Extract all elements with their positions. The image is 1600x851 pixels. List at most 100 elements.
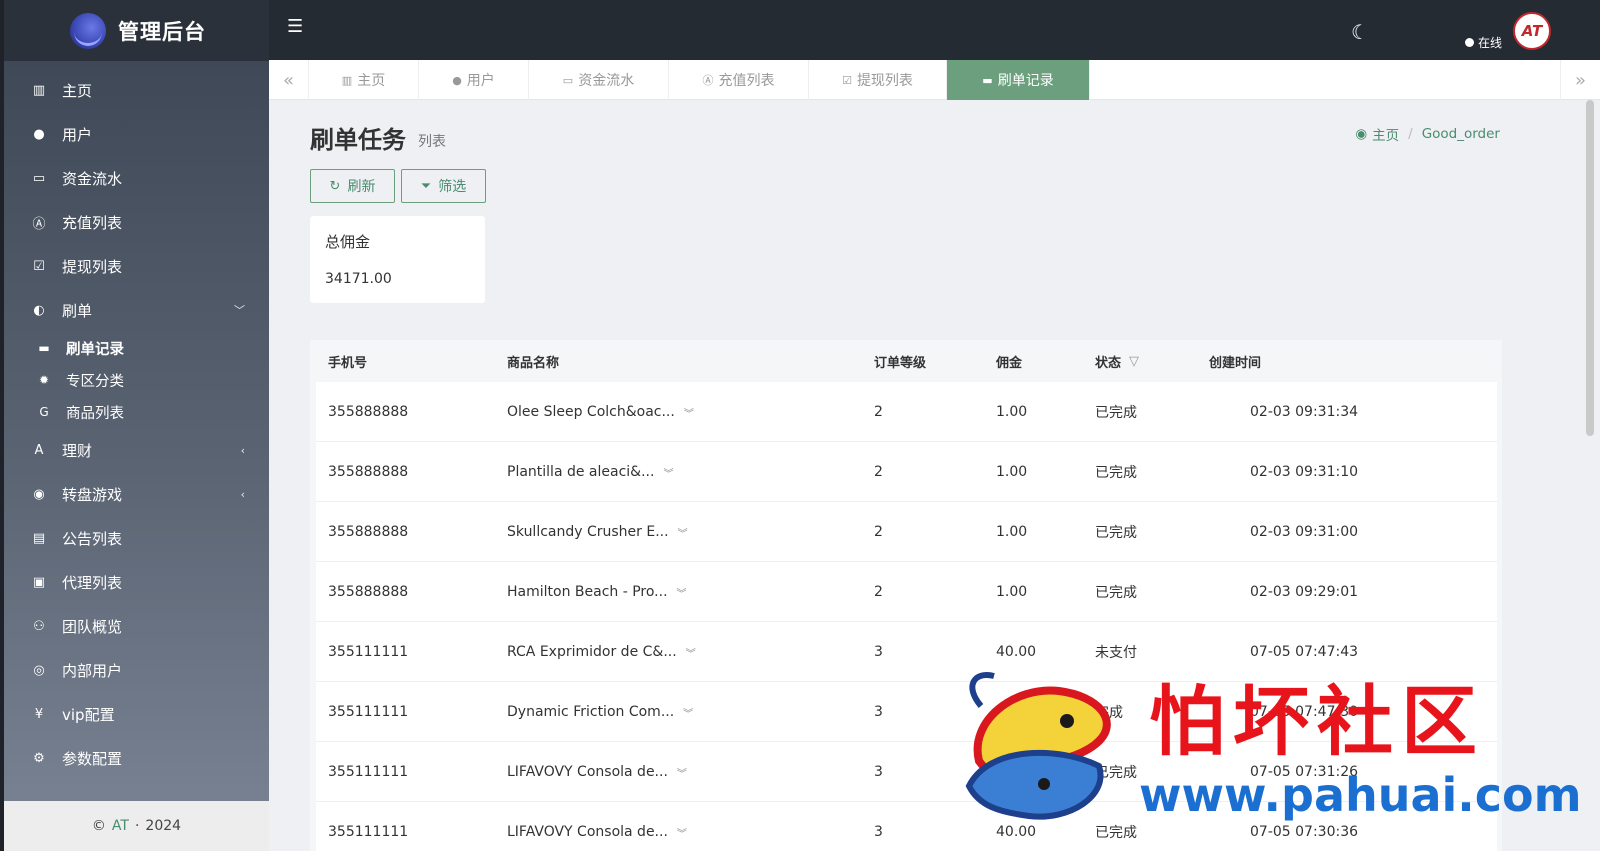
tab-users[interactable]: ● 用户 [419, 60, 529, 100]
cell-created: 02-03 09:31:10 [1250, 442, 1358, 502]
sidebar-item-fund-flow[interactable]: ▭ 资金流水 [4, 156, 269, 200]
sidebar-nav: ▥ 主页 ● 用户 ▭ 资金流水 Ⓐ 充值列表 ☑ 提现列表 ◐ 刷单 ﹀ ▬ 刷单记录 ✹ 专区… [4, 68, 269, 780]
sidebar-item-internal-users[interactable]: ◎ 内部用户 [4, 648, 269, 692]
expand-icon[interactable]: ︾ [686, 645, 696, 660]
cell-commission-text: 40.00 [996, 644, 1037, 660]
tab-label: 刷单记录 [997, 73, 1054, 89]
dashboard-icon: ◉ [1355, 126, 1368, 142]
document-icon: ▤ [32, 530, 46, 546]
brand-logo-icon [70, 12, 106, 49]
column-filter-icon[interactable]: ▽ [1129, 354, 1139, 369]
cell-created: 07-05 07:47:43 [1250, 622, 1358, 682]
sidebar-item-finance[interactable]: A 理财 ‹ [4, 428, 269, 472]
sidebar-item-withdraw[interactable]: ☑ 提现列表 [4, 244, 269, 288]
sidebar-item-params-config[interactable]: ⚙ 参数配置 [4, 736, 269, 780]
cell-phone: 355888888 [328, 502, 408, 562]
money-icon: ▭ [562, 73, 574, 87]
sidebar-subitem-products[interactable]: G 商品列表 [4, 396, 269, 428]
cell-level-text: 2 [874, 584, 883, 600]
cell-phone: 355111111 [328, 682, 408, 742]
sidebar-item-recharge[interactable]: Ⓐ 充值列表 [4, 200, 269, 244]
cell-status-text: 已完成 [1095, 765, 1137, 781]
brand[interactable]: 管理后台 [4, 0, 269, 61]
cell-commission-text: 1.00 [996, 584, 1028, 600]
tab-label: 主页 [357, 73, 386, 89]
cell-status-text: 未支付 [1095, 645, 1137, 661]
online-status: 在线 [1465, 34, 1502, 51]
scrollbar-thumb[interactable] [1586, 100, 1594, 436]
expand-icon[interactable]: ︾ [684, 405, 694, 420]
cell-created: 02-03 09:31:34 [1250, 382, 1358, 442]
cell-status: 已完成 [1095, 802, 1137, 851]
cell-status: 已完成 [1095, 562, 1137, 622]
cell-level: 2 [874, 442, 883, 502]
cell-product: Olee Sleep Colch&oac... ︾ [507, 382, 694, 442]
keyboard-icon: ▬ [38, 341, 50, 355]
expand-icon[interactable]: ︾ [677, 825, 687, 840]
tab-withdraw[interactable]: ☑ 提现列表 [809, 60, 947, 100]
cell-status: 未支付 [1095, 622, 1137, 682]
sidebar-item-agents[interactable]: ▣ 代理列表 [4, 560, 269, 604]
topbar: ☰ ☾ 在线 AT [269, 0, 1600, 60]
expand-icon[interactable]: ︾ [677, 585, 687, 600]
expand-icon[interactable]: ︾ [683, 705, 693, 720]
expand-icon[interactable]: ︾ [663, 465, 673, 480]
cell-commission: 40.00 [996, 622, 1036, 682]
sidebar-item-team-overview[interactable]: ⚇ 团队概览 [4, 604, 269, 648]
cell-product: Dynamic Friction Com... ︾ [507, 682, 693, 742]
orders-table: 手机号 商品名称 订单等级 佣金 状态 ▽ 创建时间 355888888 Olee… [310, 340, 1502, 851]
cell-product-text: RCA Exprimidor de C&... [507, 644, 677, 660]
breadcrumb-current: Good_order [1421, 126, 1500, 142]
tab-recharge[interactable]: Ⓐ 充值列表 [669, 60, 809, 100]
table-body: 355888888 Olee Sleep Colch&oac... ︾ 2 1.00 已完… [316, 382, 1497, 851]
sidebar-item-label: 主页 [62, 81, 93, 100]
expand-icon[interactable]: ︾ [678, 525, 688, 540]
moon-icon[interactable]: ☾ [1351, 20, 1373, 44]
tab-brush-records[interactable]: ▬ 刷单记录 [947, 60, 1090, 100]
cell-commission-text: 40.00 [996, 824, 1037, 840]
hamburger-menu-icon[interactable]: ☰ [287, 16, 309, 38]
sidebar-subitem-brush-records[interactable]: ▬ 刷单记录 [4, 332, 269, 364]
total-commission-label: 总佣金 [325, 233, 371, 251]
sidebar-item-label: 提现列表 [62, 257, 123, 276]
sidebar-item-users[interactable]: ● 用户 [4, 112, 269, 156]
user-icon: ● [452, 73, 462, 87]
cell-level: 2 [874, 502, 883, 562]
cell-created-text: 07-05 07:30:36 [1250, 824, 1359, 840]
cell-level-text: 3 [874, 644, 883, 660]
cell-level-text: 2 [874, 524, 883, 540]
tab-scroll-right-icon[interactable]: » [1560, 60, 1600, 100]
page-title: 刷单任务 [310, 126, 406, 154]
tab-scroll-left-icon[interactable]: « [269, 60, 309, 100]
expand-icon[interactable]: ︾ [677, 765, 687, 780]
sidebar-item-label: vip配置 [62, 705, 115, 724]
breadcrumb-home[interactable]: 主页 [1372, 124, 1399, 144]
avatar[interactable]: AT [1513, 12, 1551, 50]
total-commission-card: 总佣金 34171.00 [310, 216, 485, 303]
cell-phone-text: 355111111 [328, 764, 409, 780]
sidebar-item-home[interactable]: ▥ 主页 [4, 68, 269, 112]
yen-icon: ¥ [34, 706, 44, 722]
sidebar-item-vip-config[interactable]: ¥ vip配置 [4, 692, 269, 736]
cell-commission: 1.00 [996, 502, 1027, 562]
g-icon: G [39, 405, 49, 419]
column-header-created: 创建时间 [1209, 355, 1262, 371]
table-row: 355888888 Skullcandy Crusher E... ︾ 2 1.00 已完… [316, 502, 1497, 562]
refresh-button[interactable]: ↻ 刷新 [310, 169, 395, 203]
filter-button[interactable]: ⏷ 筛选 [401, 169, 486, 203]
footer-brand-link[interactable]: AT [112, 818, 129, 834]
breadcrumb-separator: / [1408, 126, 1413, 142]
tab-home[interactable]: ▥ 主页 [309, 60, 419, 100]
a-square-icon: Ⓐ [702, 74, 714, 87]
cell-created-text: 02-03 09:31:10 [1250, 464, 1359, 480]
sidebar-item-wheel-game[interactable]: ◉ 转盘游戏 ‹ [4, 472, 269, 516]
gears-icon: ⚙ [33, 750, 45, 766]
cell-created: 07-05 07:31:26 [1250, 742, 1358, 802]
sidebar-item-announcements[interactable]: ▤ 公告列表 [4, 516, 269, 560]
sidebar-item-brush-order[interactable]: ◐ 刷单 ﹀ [4, 288, 269, 332]
page-scrollbar[interactable] [1586, 100, 1596, 440]
sidebar-subitem-zone-category[interactable]: ✹ 专区分类 [4, 364, 269, 396]
cell-created: 02-03 09:29:01 [1250, 562, 1358, 622]
chevron-left-icon: ‹ [240, 443, 245, 457]
tab-fund-flow[interactable]: ▭ 资金流水 [529, 60, 669, 100]
